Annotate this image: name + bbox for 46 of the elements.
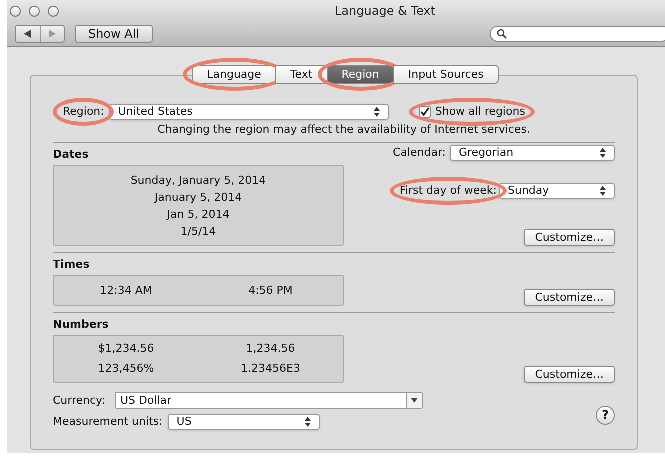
section-heading: Times <box>53 258 91 272</box>
number-sample: 123,456% <box>97 362 156 376</box>
field-label: Calendar: <box>393 146 446 160</box>
popup-menu[interactable]: Gregorian <box>450 145 615 161</box>
popup-menu[interactable]: Sunday <box>499 183 615 199</box>
notice-text: Changing the region may affect the availability of Internet services. <box>156 123 532 137</box>
date-sample: January 5, 2014 <box>154 190 242 204</box>
customize-button[interactable]: Customize… <box>524 366 615 383</box>
updown-arrows-icon <box>600 148 606 158</box>
search-field[interactable] <box>490 26 665 42</box>
number-sample: $1,234.56 <box>97 342 156 356</box>
tab[interactable]: Input Sources <box>393 65 499 84</box>
popup-menu[interactable]: United States <box>109 104 390 120</box>
tab[interactable]: Region <box>326 65 394 84</box>
updown-arrows-icon <box>600 186 606 196</box>
popup-menu[interactable]: US <box>168 414 320 430</box>
updown-arrows-icon <box>374 107 380 117</box>
section-heading: Numbers <box>53 318 110 332</box>
updown-arrows-icon <box>304 417 311 427</box>
section-heading: Dates <box>53 148 90 162</box>
date-sample: 1/5/14 <box>180 224 216 238</box>
field-label: First day of week: <box>400 184 497 197</box>
tab[interactable]: Language <box>192 65 276 84</box>
field-label: Currency: <box>53 394 106 408</box>
customize-button[interactable]: Customize… <box>524 229 615 246</box>
help-button[interactable]: ? <box>596 406 615 424</box>
window-control[interactable] <box>10 6 21 17</box>
search-icon <box>497 29 507 39</box>
time-sample: 4:56 PM <box>248 284 294 298</box>
field-label: Measurement units: <box>53 415 163 429</box>
currency-combo-box[interactable]: US Dollar <box>115 392 424 409</box>
field-label: Region: <box>63 105 104 118</box>
customize-button[interactable]: Customize… <box>524 289 615 306</box>
number-sample: 1,234.56 <box>245 342 296 356</box>
date-sample: Sunday, January 5, 2014 <box>130 172 266 188</box>
window-control[interactable] <box>48 6 59 17</box>
number-sample: 1.23456E3 <box>240 362 302 376</box>
back-forward-control[interactable] <box>15 25 65 43</box>
tab[interactable]: Text <box>275 65 328 84</box>
window-title: Language & Text <box>335 4 436 18</box>
show-all-button[interactable]: Show All <box>75 25 153 43</box>
checkbox-label: Show all regions <box>435 105 526 119</box>
date-sample: Jan 5, 2014 <box>167 206 230 222</box>
checkbox[interactable] <box>419 106 432 118</box>
window-control[interactable] <box>29 6 40 17</box>
time-sample: 12:34 AM <box>99 284 154 298</box>
